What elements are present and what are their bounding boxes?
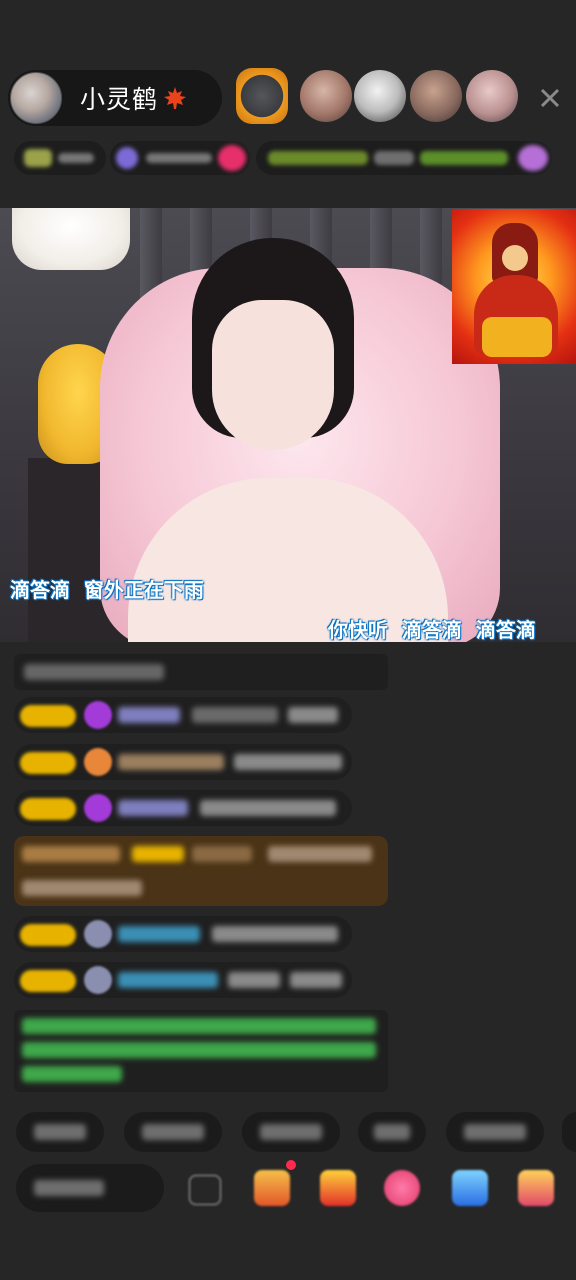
chat-message-highlight[interactable] — [14, 836, 388, 906]
god-of-wealth-sticker[interactable] — [452, 209, 576, 364]
quick-reply-4[interactable] — [358, 1112, 426, 1152]
chat-message-2[interactable] — [14, 744, 352, 780]
chat-message-3[interactable] — [14, 790, 352, 826]
chat-system-welcome — [14, 1010, 388, 1092]
chat-message-5[interactable] — [14, 962, 352, 998]
maple-leaf-icon — [164, 87, 187, 109]
host-info-pill[interactable]: 小灵鹤 — [8, 70, 222, 126]
shop-icon[interactable] — [518, 1170, 554, 1206]
quick-reply-1[interactable] — [16, 1112, 104, 1152]
top-viewer-avatar-1[interactable] — [236, 68, 288, 124]
notification-dot — [286, 1160, 296, 1170]
chat-message-1[interactable] — [14, 697, 352, 733]
host-name: 小灵鹤 — [80, 85, 159, 114]
quick-reply-6[interactable] — [562, 1112, 576, 1152]
screen-icon[interactable] — [188, 1174, 222, 1206]
fries-icon[interactable] — [320, 1170, 356, 1206]
heart-gift-icon[interactable] — [384, 1170, 420, 1206]
chat-input[interactable] — [16, 1164, 164, 1212]
quick-reply-3[interactable] — [242, 1112, 340, 1152]
gift-box-icon[interactable] — [254, 1170, 290, 1206]
top-viewer-avatar-2[interactable] — [300, 70, 352, 122]
top-viewer-avatar-4[interactable] — [410, 70, 462, 122]
chat-system-notice — [14, 654, 388, 690]
game-icon[interactable] — [452, 1170, 488, 1206]
chat-message-4[interactable] — [14, 916, 352, 952]
host-avatar[interactable] — [10, 72, 62, 124]
top-viewer-avatar-3[interactable] — [354, 70, 406, 122]
lamp-decoration — [12, 208, 130, 270]
rank-badge-2[interactable] — [110, 141, 250, 175]
streamer-face — [212, 300, 334, 450]
lyric-caption-right: 你快听 滴答滴 滴答滴 — [328, 618, 536, 642]
close-icon[interactable] — [538, 86, 562, 110]
quick-reply-5[interactable] — [446, 1112, 544, 1152]
quick-reply-2[interactable] — [124, 1112, 222, 1152]
lyric-caption-left: 滴答滴 窗外正在下雨 — [10, 578, 204, 602]
top-viewer-avatar-5[interactable] — [466, 70, 518, 122]
rank-badge-3[interactable] — [256, 141, 552, 175]
rank-badge-1[interactable] — [14, 141, 106, 175]
